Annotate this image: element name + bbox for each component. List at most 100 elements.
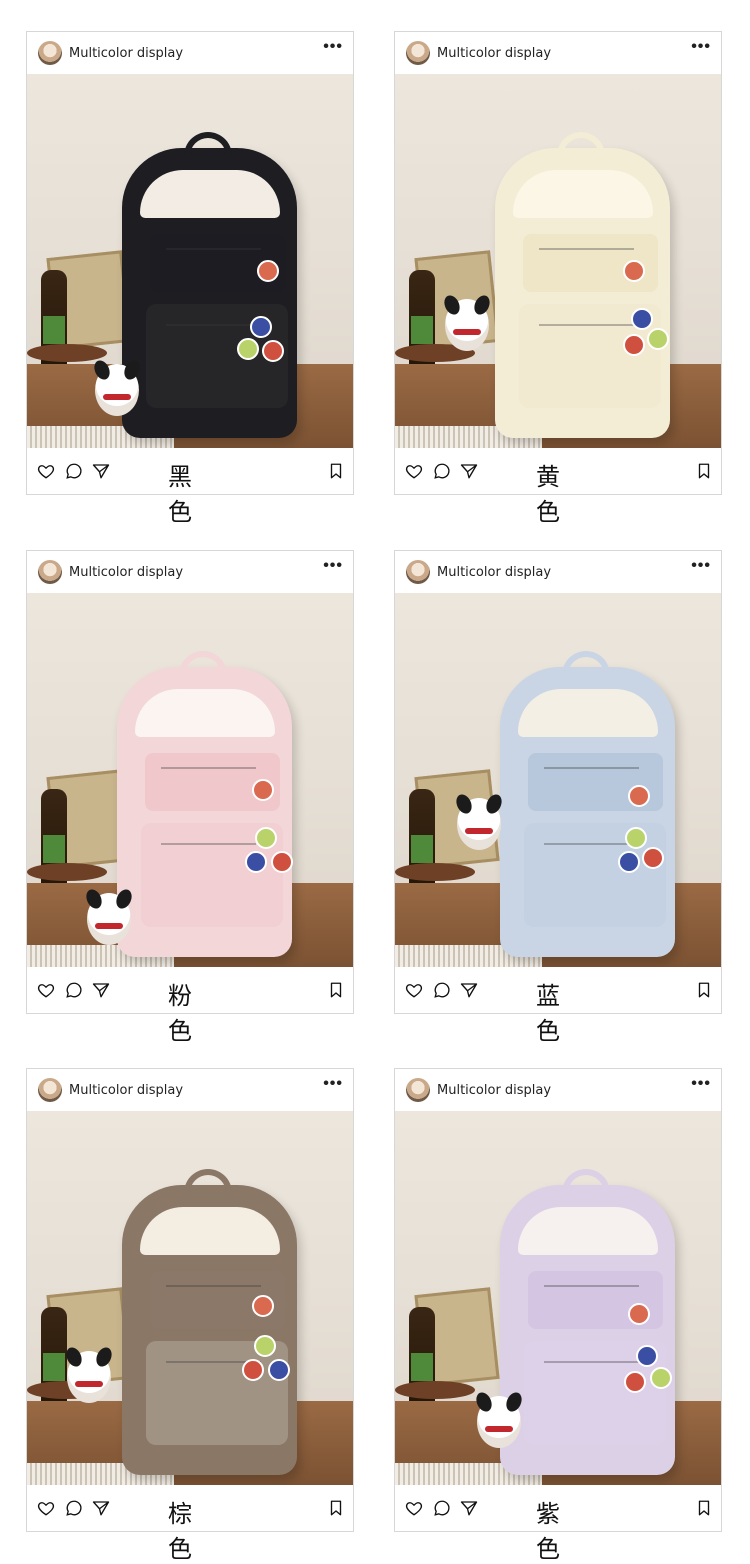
plush-keychain <box>445 299 489 351</box>
bookmark-icon[interactable] <box>327 981 345 999</box>
more-options-icon[interactable]: ••• <box>691 558 711 574</box>
post-card-purple: Multicolor display ••• 紫 色 <box>394 1068 722 1563</box>
badge <box>618 851 640 873</box>
badge <box>242 1359 264 1381</box>
plate <box>395 863 475 881</box>
badge <box>623 260 645 282</box>
username[interactable]: Multicolor display <box>69 1083 183 1098</box>
comment-icon[interactable] <box>65 1499 83 1517</box>
bag-handle <box>557 132 605 158</box>
plush-keychain <box>87 893 131 945</box>
badge <box>252 779 274 801</box>
post-photo[interactable] <box>395 74 721 448</box>
zipper <box>544 767 639 769</box>
avatar[interactable] <box>406 560 430 584</box>
plush-keychain <box>95 364 139 416</box>
zipper <box>539 248 634 250</box>
send-icon[interactable] <box>460 462 478 480</box>
bag-top-panel <box>140 1207 280 1255</box>
zipper <box>544 1361 639 1363</box>
badge <box>650 1367 672 1389</box>
bag-top-panel <box>518 689 658 737</box>
post-photo[interactable] <box>395 1111 721 1485</box>
bookmark-icon[interactable] <box>695 981 713 999</box>
bag-handle <box>184 132 232 158</box>
avatar[interactable] <box>38 560 62 584</box>
zipper <box>161 843 256 845</box>
bag-top-panel <box>513 170 653 218</box>
more-options-icon[interactable]: ••• <box>323 558 343 574</box>
avatar[interactable] <box>38 41 62 65</box>
backpack <box>500 1169 675 1475</box>
more-options-icon[interactable]: ••• <box>691 39 711 55</box>
username[interactable]: Multicolor display <box>437 1083 551 1098</box>
zipper <box>166 1285 261 1287</box>
username[interactable]: Multicolor display <box>437 46 551 61</box>
post-actions: 紫 色 <box>395 1485 721 1563</box>
zipper <box>161 767 256 769</box>
color-label: 粉 色 <box>168 982 216 1045</box>
post-header: Multicolor display ••• <box>395 1069 721 1111</box>
post-header: Multicolor display ••• <box>395 551 721 593</box>
more-options-icon[interactable]: ••• <box>323 39 343 55</box>
post-actions: 黄 色 <box>395 448 721 526</box>
comment-icon[interactable] <box>433 462 451 480</box>
send-icon[interactable] <box>460 1499 478 1517</box>
post-photo[interactable] <box>395 593 721 967</box>
zipper <box>544 843 639 845</box>
heart-icon[interactable] <box>405 1499 423 1517</box>
color-label: 黑 色 <box>168 463 216 526</box>
avatar[interactable] <box>38 1078 62 1102</box>
plush-scarf <box>75 1381 103 1387</box>
comment-icon[interactable] <box>65 981 83 999</box>
badge <box>262 340 284 362</box>
username[interactable]: Multicolor display <box>69 46 183 61</box>
more-options-icon[interactable]: ••• <box>691 1076 711 1092</box>
comment-icon[interactable] <box>65 462 83 480</box>
send-icon[interactable] <box>92 462 110 480</box>
badge <box>642 847 664 869</box>
post-photo[interactable] <box>27 74 353 448</box>
bag-handle <box>184 1169 232 1195</box>
badge <box>254 1335 276 1357</box>
heart-icon[interactable] <box>37 981 55 999</box>
post-actions: 蓝 色 <box>395 967 721 1045</box>
comment-icon[interactable] <box>433 981 451 999</box>
plate <box>27 863 107 881</box>
bookmark-icon[interactable] <box>327 1499 345 1517</box>
avatar[interactable] <box>406 1078 430 1102</box>
heart-icon[interactable] <box>37 462 55 480</box>
heart-icon[interactable] <box>405 981 423 999</box>
plush-scarf <box>103 394 131 400</box>
post-photo[interactable] <box>27 593 353 967</box>
avatar[interactable] <box>406 41 430 65</box>
badge <box>625 827 647 849</box>
heart-icon[interactable] <box>37 1499 55 1517</box>
badge <box>268 1359 290 1381</box>
comment-icon[interactable] <box>433 1499 451 1517</box>
badge <box>647 328 669 350</box>
zipper <box>166 248 261 250</box>
heart-icon[interactable] <box>405 462 423 480</box>
post-card-black: Multicolor display ••• 黑 色 <box>26 31 354 526</box>
post-card-pink: Multicolor display ••• 粉 色 <box>26 550 354 1045</box>
bookmark-icon[interactable] <box>327 462 345 480</box>
badge <box>257 260 279 282</box>
username[interactable]: Multicolor display <box>437 565 551 580</box>
bag-handle <box>562 651 610 677</box>
plush-keychain <box>457 798 501 850</box>
post-photo[interactable] <box>27 1111 353 1485</box>
backpack <box>122 1169 297 1475</box>
send-icon[interactable] <box>460 981 478 999</box>
bookmark-icon[interactable] <box>695 462 713 480</box>
badge <box>271 851 293 873</box>
plush-scarf <box>465 828 493 834</box>
bookmark-icon[interactable] <box>695 1499 713 1517</box>
post-header: Multicolor display ••• <box>27 32 353 74</box>
backpack <box>500 651 675 957</box>
send-icon[interactable] <box>92 981 110 999</box>
more-options-icon[interactable]: ••• <box>323 1076 343 1092</box>
color-label: 黄 色 <box>536 463 584 526</box>
send-icon[interactable] <box>92 1499 110 1517</box>
username[interactable]: Multicolor display <box>69 565 183 580</box>
